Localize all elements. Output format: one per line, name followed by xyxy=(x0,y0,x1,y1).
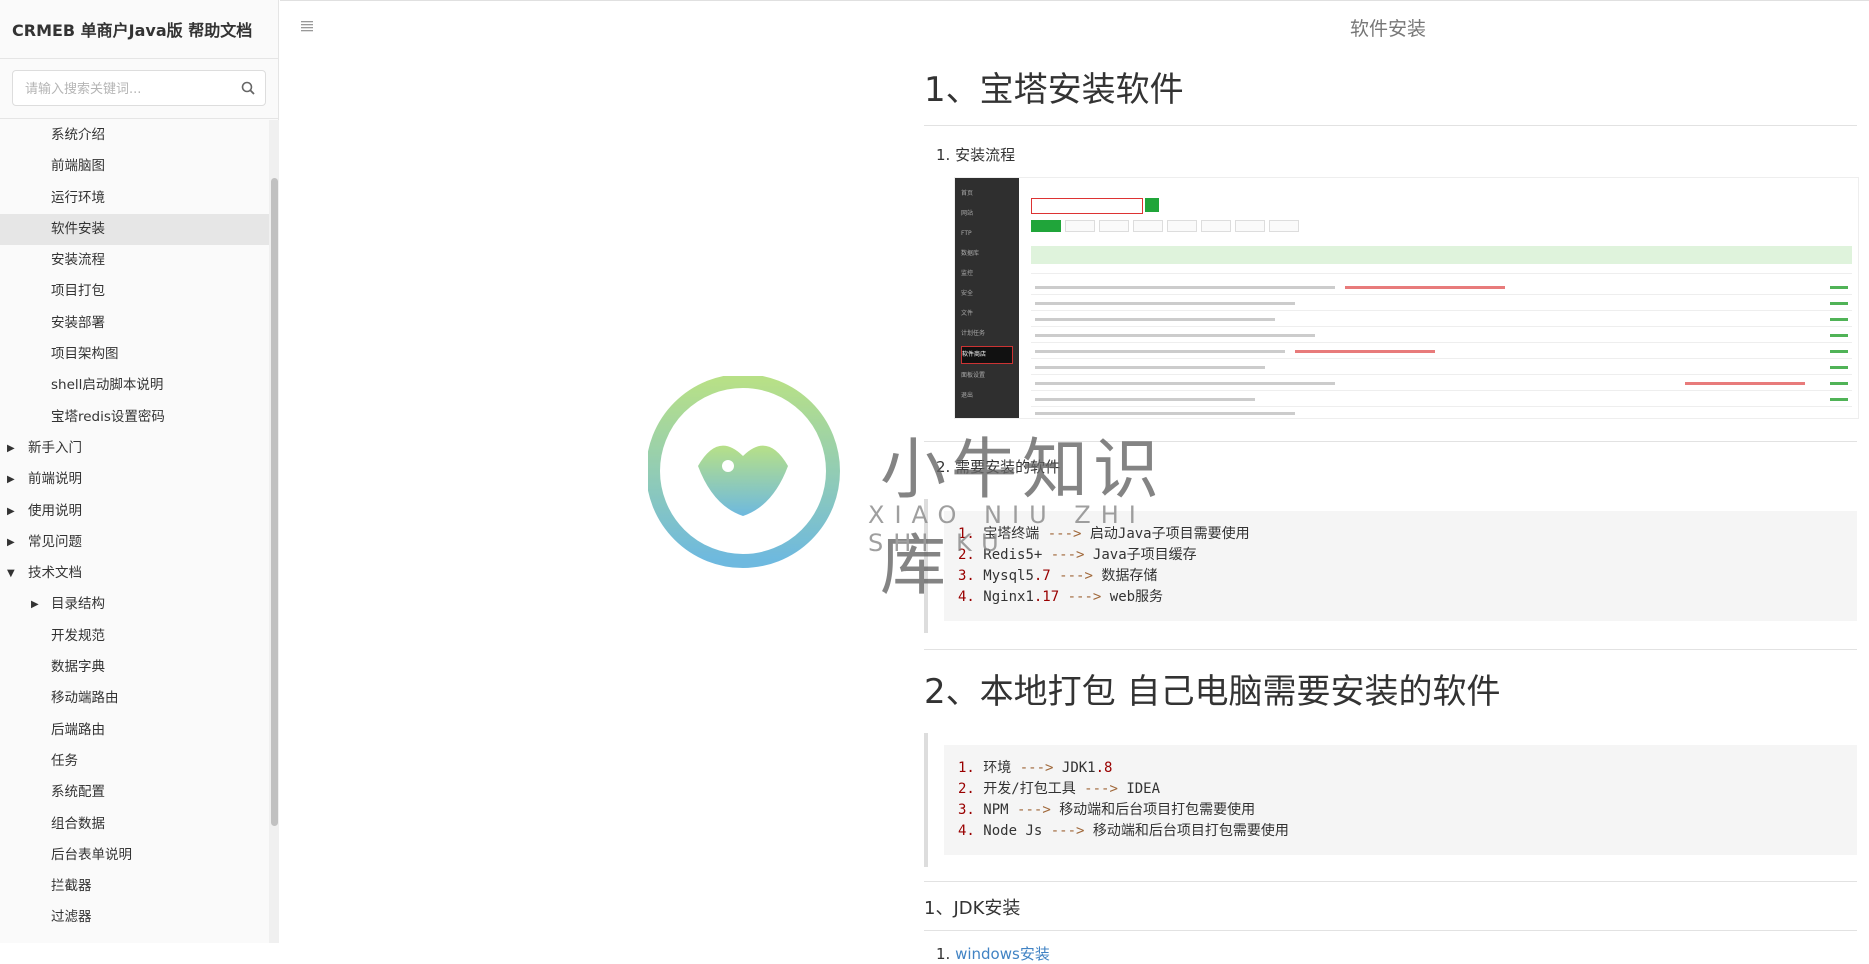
doc-title[interactable]: CRMEB 单商户Java版 帮助文档 xyxy=(0,0,278,59)
ss-tab xyxy=(1065,220,1095,232)
ss-tab xyxy=(1235,220,1265,232)
ss-tab xyxy=(1133,220,1163,232)
screenshot-main xyxy=(1025,178,1858,418)
code-block-1: 1. 宝塔终端 ---> 启动Java子项目需要使用 2. Redis5+ --… xyxy=(944,511,1857,621)
windows-install-link[interactable]: windows安装 xyxy=(955,945,1050,963)
sidebar: CRMEB 单商户Java版 帮助文档 系统介绍 前端脑图 运行环境 软件安装 … xyxy=(0,0,279,943)
nav-section[interactable]: ▶ 常见问题 xyxy=(0,527,269,558)
nav-section[interactable]: ▶ 前端说明 xyxy=(0,464,269,495)
ss-menu-item: 面板设置 xyxy=(961,372,986,379)
screenshot-sidebar: 首页 网站 FTP 数据库 监控 安全 文件 计划任务 软件商店 面板设置 退出 xyxy=(955,178,1019,418)
code-line: 4. Node Js ---> 移动端和后台项目打包需要使用 xyxy=(958,823,1289,839)
ss-menu-item: 退出 xyxy=(961,392,974,399)
nav-item[interactable]: 项目架构图 xyxy=(0,339,269,370)
ss-menu-item-selected: 软件商店 xyxy=(961,346,1013,364)
screenshot-image: 首页 网站 FTP 数据库 监控 安全 文件 计划任务 软件商店 面板设置 退出 xyxy=(954,177,1859,419)
code-line: 1. 环境 ---> JDK1.8 xyxy=(958,760,1113,776)
list-item-required-software: 2. 需要安装的软件 xyxy=(924,441,1857,477)
ss-menu-item: 首页 xyxy=(961,190,974,197)
nav-item[interactable]: 任务 xyxy=(0,746,269,777)
nav-item[interactable]: 前端脑图 xyxy=(0,151,269,182)
nav-item[interactable]: 安装部署 xyxy=(0,308,269,339)
code-line: 2. Redis5+ ---> Java子项目缓存 xyxy=(958,547,1197,563)
nav-item[interactable]: 拦截器 xyxy=(0,871,269,902)
nav-item[interactable]: 数据字典 xyxy=(0,652,269,683)
code-block-1-wrapper: 1. 宝塔终端 ---> 启动Java子项目需要使用 2. Redis5+ --… xyxy=(924,499,1857,633)
code-line: 4. Nginx1.17 ---> web服务 xyxy=(958,589,1164,605)
caret-right-icon[interactable]: ▶ xyxy=(7,527,15,558)
ss-tab xyxy=(1031,220,1061,232)
nav-item[interactable]: 宝塔redis设置密码 xyxy=(0,402,269,433)
nav-section[interactable]: ▶ 目录结构 xyxy=(0,589,269,620)
ss-menu-item: 安全 xyxy=(961,290,974,297)
code-line: 3. Mysql5.7 ---> 数据存储 xyxy=(958,568,1158,584)
nav-section[interactable]: ▶ 新手入门 xyxy=(0,433,269,464)
ss-tab xyxy=(1201,220,1231,232)
ss-banner xyxy=(1031,246,1852,264)
code-line: 3. NPM ---> 移动端和后台项目打包需要使用 xyxy=(958,802,1256,818)
nav-item[interactable]: 系统介绍 xyxy=(0,120,269,151)
top-divider xyxy=(280,0,1869,1)
search-area xyxy=(0,59,278,119)
caret-right-icon[interactable]: ▶ xyxy=(7,433,15,464)
nav-section[interactable]: ▼ 技术文档 xyxy=(0,558,269,589)
code-block-2-wrapper: 1. 环境 ---> JDK1.8 2. 开发/打包工具 ---> IDEA 3… xyxy=(924,733,1857,867)
page-title: 软件安装 xyxy=(1350,18,1427,40)
main-content: 软件安装 1、宝塔安装软件 1. 安装流程 首页 网站 FTP 数据库 监控 安… xyxy=(280,0,1869,963)
ss-tab xyxy=(1099,220,1129,232)
nav-item[interactable]: 组合数据 xyxy=(0,809,269,840)
caret-right-icon[interactable]: ▶ xyxy=(31,589,39,620)
search-icon[interactable] xyxy=(241,81,255,95)
nav-item[interactable]: 移动端路由 xyxy=(0,683,269,714)
ss-menu-item: 数据库 xyxy=(961,250,980,257)
nav-item[interactable]: 后台表单说明 xyxy=(0,840,269,871)
ss-menu-item: 计划任务 xyxy=(961,330,986,337)
nav-item-active[interactable]: 软件安装 xyxy=(0,213,269,246)
caret-right-icon[interactable]: ▶ xyxy=(7,496,15,527)
nav-item[interactable]: 系统配置 xyxy=(0,777,269,808)
nav-item[interactable]: 过滤器 xyxy=(0,902,269,933)
nav-item[interactable]: 安装流程 xyxy=(0,245,269,276)
ss-menu-item: 网站 xyxy=(961,210,974,217)
nav-item[interactable]: 后端路由 xyxy=(0,715,269,746)
heading-jdk-install: 1、JDK安装 xyxy=(924,894,1857,931)
nav-item[interactable]: 开发规范 xyxy=(0,621,269,652)
ss-tab xyxy=(1269,220,1299,232)
heading-local-build: 2、本地打包 自己电脑需要安装的软件 xyxy=(924,672,1501,712)
list-item-windows: 1. windows安装 xyxy=(936,945,1050,963)
nav-item[interactable]: 运行环境 xyxy=(0,183,269,214)
code-line: 1. 宝塔终端 ---> 启动Java子项目需要使用 xyxy=(958,526,1250,542)
heading-bt-install: 1、宝塔安装软件 xyxy=(924,54,1857,126)
search-input[interactable] xyxy=(13,71,237,107)
nav-item[interactable]: shell启动脚本说明 xyxy=(0,370,269,401)
ss-menu-item: FTP xyxy=(961,230,972,237)
ss-search-bar xyxy=(1031,198,1143,214)
menu-toggle-icon[interactable] xyxy=(300,19,314,33)
nav-tree: 系统介绍 前端脑图 运行环境 软件安装 安装流程 项目打包 安装部署 项目架构图… xyxy=(0,120,269,943)
ss-search-button xyxy=(1145,198,1159,212)
scrollbar-thumb[interactable] xyxy=(271,178,278,826)
divider xyxy=(924,881,1857,882)
search-box xyxy=(12,70,266,107)
code-block-2: 1. 环境 ---> JDK1.8 2. 开发/打包工具 ---> IDEA 3… xyxy=(944,745,1857,855)
ss-tab xyxy=(1167,220,1197,232)
ss-menu-item: 监控 xyxy=(961,270,974,277)
caret-down-icon[interactable]: ▼ xyxy=(7,558,15,589)
nav-item[interactable]: 项目打包 xyxy=(0,276,269,307)
code-line: 2. 开发/打包工具 ---> IDEA xyxy=(958,781,1161,797)
list-item-install-flow: 1. 安装流程 xyxy=(936,146,1016,164)
caret-right-icon[interactable]: ▶ xyxy=(7,464,15,495)
ss-menu-item: 文件 xyxy=(961,310,974,317)
nav-section[interactable]: ▶ 使用说明 xyxy=(0,496,269,527)
article: 1、宝塔安装软件 1. 安装流程 首页 网站 FTP 数据库 监控 安全 文件 … xyxy=(924,54,1859,964)
